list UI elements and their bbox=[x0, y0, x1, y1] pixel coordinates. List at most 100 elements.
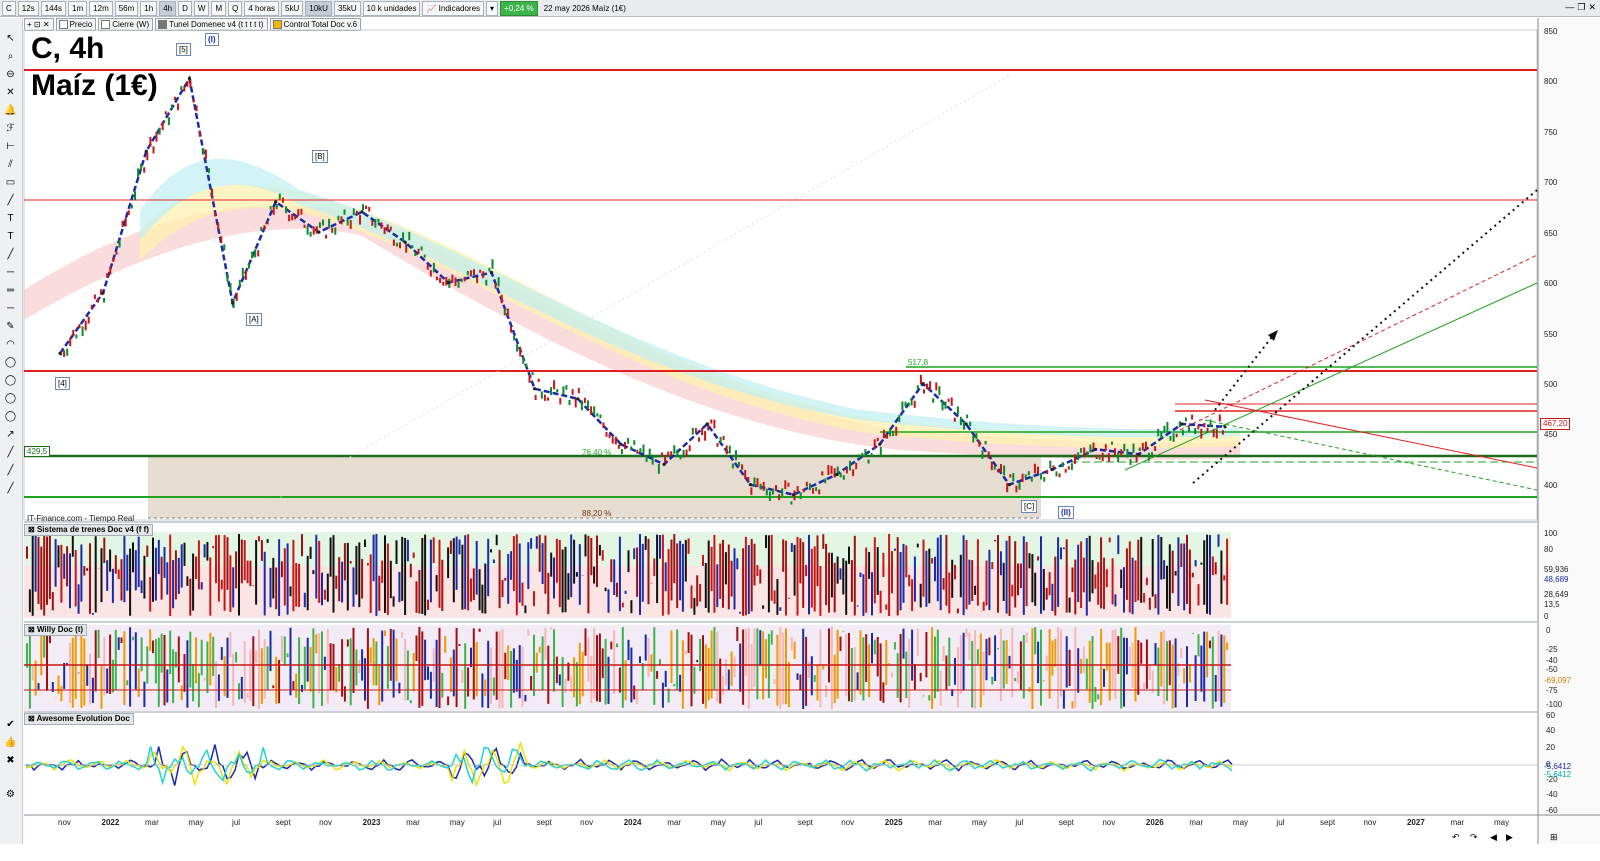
price-candle bbox=[1021, 473, 1024, 483]
price-candle bbox=[553, 380, 556, 390]
trenes-bar bbox=[515, 534, 518, 616]
price-candle bbox=[805, 481, 808, 487]
trenes-bar bbox=[742, 548, 745, 616]
trenes-bar bbox=[799, 538, 802, 584]
price-candle bbox=[525, 363, 528, 368]
trenes-bar bbox=[601, 550, 604, 561]
price-point bbox=[705, 422, 709, 426]
willy-bar bbox=[472, 628, 475, 700]
trenes-bar bbox=[255, 540, 258, 605]
price-point bbox=[274, 200, 278, 204]
willy-bar bbox=[40, 629, 43, 676]
trenes-bar bbox=[936, 537, 939, 602]
trenes-bar bbox=[355, 545, 358, 595]
trenes-bar bbox=[616, 582, 618, 597]
willy-bar bbox=[192, 664, 195, 702]
willy-bar bbox=[272, 685, 275, 689]
wave-label-5[interactable]: [5] bbox=[176, 43, 191, 56]
trenes-bar bbox=[470, 578, 472, 602]
price-candle bbox=[1144, 441, 1147, 450]
willy-bar bbox=[343, 686, 346, 702]
trenes-bar bbox=[1163, 560, 1166, 580]
willy-bar bbox=[1094, 687, 1097, 702]
willy-bar bbox=[945, 655, 948, 691]
trenes-bar bbox=[223, 535, 226, 611]
trenes-bar bbox=[74, 550, 77, 607]
price-candle bbox=[72, 329, 75, 337]
price-candle bbox=[972, 435, 975, 443]
trenes-bar bbox=[876, 547, 879, 595]
price-candle bbox=[864, 449, 867, 457]
willy-bar bbox=[893, 642, 896, 650]
price-candle bbox=[605, 432, 608, 437]
willy-bar bbox=[255, 650, 258, 664]
ao-tick: 60 bbox=[1546, 711, 1555, 720]
wave-label-B[interactable]: [B] bbox=[312, 150, 328, 163]
trenes-bar bbox=[782, 539, 785, 572]
willy-bar bbox=[830, 627, 833, 709]
willy-bar bbox=[1022, 635, 1025, 699]
wave-label-4[interactable]: [4] bbox=[55, 377, 70, 390]
scroll-right-icon[interactable]: ▶ bbox=[1506, 832, 1513, 843]
redo-icon[interactable]: ↷ bbox=[1470, 832, 1478, 843]
willy-bar bbox=[384, 630, 386, 637]
trenes-bar bbox=[1008, 535, 1011, 616]
price-candle bbox=[790, 501, 793, 505]
price-candle bbox=[442, 282, 445, 286]
trenes-bar bbox=[951, 559, 954, 598]
trendline-green[interactable] bbox=[1124, 282, 1538, 471]
trenes-bar bbox=[1217, 534, 1220, 547]
fit-icon[interactable]: ⊞ bbox=[1550, 832, 1558, 843]
trenes-bar bbox=[1131, 557, 1134, 615]
price-candle bbox=[1151, 452, 1153, 456]
price-candle bbox=[389, 226, 392, 231]
undo-icon[interactable]: ↶ bbox=[1452, 832, 1460, 843]
trenes-title-text: Sistema de trenes Doc v4 (f f) bbox=[36, 525, 149, 534]
price-candle bbox=[929, 381, 932, 391]
wave-label-II[interactable]: (II) bbox=[1058, 506, 1074, 519]
trenes-bar bbox=[57, 545, 60, 568]
price-candle bbox=[565, 385, 568, 390]
wave-label-C[interactable]: [C] bbox=[1021, 500, 1038, 513]
price-candle bbox=[611, 437, 614, 444]
price-tick: 400 bbox=[1544, 481, 1558, 490]
trenes-bar bbox=[604, 587, 607, 592]
willy-bar bbox=[315, 634, 318, 654]
willy-bar bbox=[1008, 655, 1011, 669]
willy-bar bbox=[212, 636, 215, 676]
trenes-bar bbox=[856, 605, 859, 607]
trenes-bar bbox=[555, 538, 558, 583]
price-candle bbox=[953, 417, 956, 422]
price-candle bbox=[1049, 460, 1052, 469]
trenes-bar bbox=[624, 590, 627, 594]
trenes-bar bbox=[1128, 541, 1131, 613]
trenes-bar bbox=[398, 571, 401, 603]
willy-bar bbox=[1051, 640, 1054, 676]
price-candle bbox=[1197, 424, 1200, 430]
willy-bar bbox=[971, 640, 974, 708]
trenes-bar bbox=[1014, 541, 1017, 608]
willy-bar bbox=[767, 633, 770, 699]
trenes-bar bbox=[80, 544, 83, 602]
trenes-bar bbox=[756, 565, 759, 577]
price-candle bbox=[479, 269, 482, 273]
trendline-black-dotted[interactable] bbox=[1192, 189, 1538, 484]
trenes-bar bbox=[1214, 562, 1217, 575]
wave-label-A[interactable]: [A] bbox=[246, 313, 262, 326]
trendline-red-down[interactable] bbox=[1204, 399, 1538, 469]
willy-bar bbox=[550, 627, 553, 630]
price-chart[interactable] bbox=[0, 0, 1600, 861]
willy-bar bbox=[200, 639, 203, 676]
price-candle bbox=[140, 163, 143, 171]
wave-label-I[interactable]: (I) bbox=[205, 33, 219, 46]
willy-bar bbox=[535, 652, 538, 673]
willy-bar bbox=[60, 685, 63, 702]
trenes-bar bbox=[1051, 583, 1054, 612]
price-candle bbox=[1024, 474, 1027, 479]
time-tick: nov bbox=[1102, 818, 1116, 827]
trenes-bar bbox=[77, 584, 80, 614]
willy-bar bbox=[750, 644, 753, 691]
scroll-left-icon[interactable]: ◀ bbox=[1490, 832, 1497, 843]
trenes-bar bbox=[1031, 554, 1034, 603]
trenes-bar bbox=[212, 546, 215, 549]
